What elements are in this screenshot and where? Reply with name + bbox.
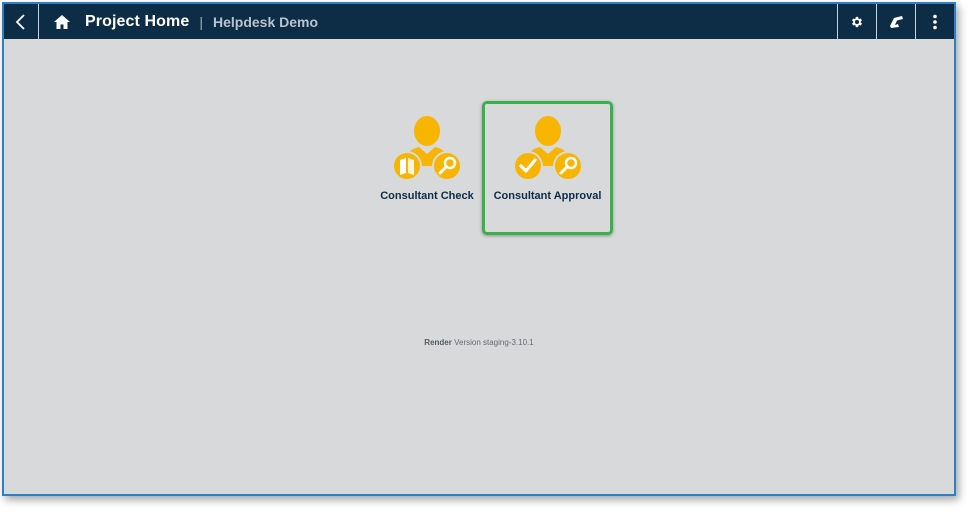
title-separator: | xyxy=(199,13,203,30)
gear-icon xyxy=(851,16,863,27)
tile-consultant-check[interactable]: Consultant Check xyxy=(374,104,480,229)
phone-icon xyxy=(889,16,903,28)
top-bar: Project Home | Helpdesk Demo xyxy=(4,4,954,39)
back-button[interactable] xyxy=(4,4,39,39)
version-footer: Render Version staging-3.10.1 xyxy=(4,338,954,347)
consultant-check-icon xyxy=(392,116,462,181)
module-tiles: Consultant Check Consultant Approval xyxy=(374,101,613,235)
chevron-left-icon xyxy=(15,13,25,30)
app-name: Render xyxy=(424,338,452,347)
more-vert-icon xyxy=(933,14,937,29)
tile-consultant-approval[interactable]: Consultant Approval xyxy=(482,101,613,235)
home-button[interactable] xyxy=(39,4,85,39)
tile-label: Consultant Check xyxy=(380,190,474,202)
page-title: Project Home xyxy=(85,12,190,30)
consultant-approval-icon xyxy=(512,116,583,181)
phone-button[interactable] xyxy=(876,4,915,39)
project-name: Helpdesk Demo xyxy=(212,13,319,30)
version-text: Version staging-3.10.1 xyxy=(454,338,534,347)
tile-label: Consultant Approval xyxy=(493,190,602,202)
app-window: Project Home | Helpdesk Demo Consultant … xyxy=(2,2,956,496)
home-icon xyxy=(54,14,70,29)
settings-button[interactable] xyxy=(837,4,876,39)
more-button[interactable] xyxy=(915,4,954,39)
